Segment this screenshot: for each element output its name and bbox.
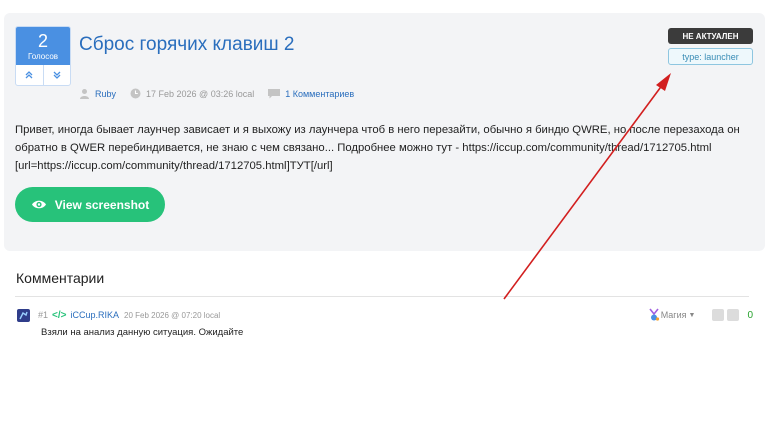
comments-divider — [15, 296, 749, 297]
post-body: Привет, иногда бывает лаунчер зависает и… — [15, 124, 740, 172]
comment-text: Взяли на анализ данную ситуация. Ожидайт… — [41, 327, 244, 338]
type-badge[interactable]: type: launcher — [668, 48, 753, 65]
vote-label: Голосов — [27, 52, 59, 61]
magic-role-icon — [649, 308, 659, 321]
comment-icon — [268, 88, 281, 98]
post-title[interactable]: Сброс горячих клавиш 2 — [79, 34, 295, 56]
thumb-up-icon[interactable] — [712, 309, 725, 321]
post-author[interactable]: Ruby — [95, 89, 116, 99]
comment-author[interactable]: iCCup.RIKA — [70, 310, 119, 320]
role-dropdown[interactable]: Магия ▼ — [647, 308, 696, 322]
post-date: 17 Feb 2026 @ 03:26 local — [146, 88, 255, 99]
comment-date: 20 Feb 2026 @ 07:20 local — [124, 310, 221, 320]
upvote-button[interactable] — [16, 65, 43, 85]
downvote-button[interactable] — [42, 65, 71, 85]
comment-header: #1 </> iCCup.RIKA 20 Feb 2026 @ 07:20 lo… — [17, 307, 757, 323]
code-icon: </> — [52, 309, 67, 321]
view-screenshot-button[interactable]: View screenshot — [15, 187, 165, 222]
avatar[interactable] — [17, 308, 30, 322]
avatar-figure-icon — [19, 311, 28, 319]
comment-number[interactable]: #1 — [38, 310, 48, 320]
post-meta: Ruby 17 Feb 2026 @ 03:26 local 1 Коммент… — [79, 88, 368, 99]
clock-icon — [130, 88, 141, 99]
chevron-up-icon — [25, 71, 33, 79]
vote-box: 2 Голосов — [15, 26, 71, 86]
chevron-down-icon — [53, 71, 61, 79]
role-label: Магия — [660, 310, 687, 320]
view-screenshot-label: View screenshot — [54, 197, 150, 212]
comments-count-link[interactable]: 1 Комментариев — [285, 89, 354, 99]
eye-icon — [31, 200, 46, 209]
comments-heading: Комментарии — [16, 270, 105, 286]
chevron-down-icon: ▼ — [688, 311, 696, 319]
vote-count: 2 Голосов — [16, 27, 70, 65]
thumb-down-icon[interactable] — [727, 309, 740, 321]
status-badge: НЕ АКТУАЛЕН — [668, 28, 753, 44]
user-icon — [80, 89, 89, 99]
vote-number: 2 — [37, 31, 48, 51]
comment-score: 0 — [747, 309, 753, 321]
